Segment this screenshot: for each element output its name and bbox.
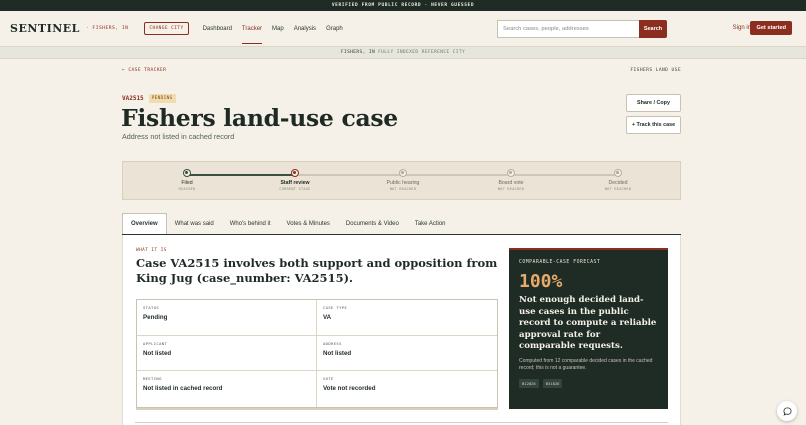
forecast-tag: B12826: [519, 378, 539, 388]
forecast-note: Computed from 12 comparable decided case…: [519, 357, 653, 371]
nav-link-map[interactable]: Map: [272, 14, 284, 44]
fact-key: ADDRESS: [323, 340, 342, 346]
forecast-headline: Not enough decided land-use cases in the…: [519, 295, 657, 351]
stage-status: CURRENT STAGE: [279, 187, 311, 191]
section-kicker: WHAT IT IS: [136, 248, 167, 253]
case-id: VA2515: [122, 95, 144, 102]
fact-key: APPLICANT: [143, 340, 168, 346]
nav-link-analysis[interactable]: Analysis: [294, 14, 316, 44]
tab-votes-minutes[interactable]: Votes & Minutes: [279, 213, 338, 234]
stage-status: REACHED: [178, 187, 196, 191]
forecast-card: COMPARABLE-CASE FORECAST 100% Not enough…: [509, 248, 668, 409]
stage-label: Board vote: [498, 180, 524, 186]
stage-decided: Decided NOT REACHED: [588, 169, 648, 191]
stage-label: Staff review: [280, 180, 310, 186]
nav-link-dashboard[interactable]: Dashboard: [203, 14, 232, 44]
stage-dot-current: [291, 169, 299, 177]
banner-text: VERIFIED FROM PUBLIC RECORD · NEVER GUES…: [331, 3, 475, 8]
sign-in-link[interactable]: Sign in: [733, 25, 751, 31]
search-bar: Search cases, people, addresses Search: [497, 19, 667, 38]
stage-label: Decided: [608, 180, 628, 186]
city-band: FISHERS, IN FULLY INDEXED REFERENCE CITY: [0, 47, 806, 59]
fact-case-type: CASE TYPE VA: [317, 300, 497, 336]
tab-what-was-said[interactable]: What was said: [167, 213, 222, 234]
search-input[interactable]: Search cases, people, addresses: [497, 19, 639, 38]
divider: [135, 422, 668, 423]
stage-label: Filed: [181, 180, 193, 186]
brand-logo[interactable]: SENTINEL: [10, 22, 80, 35]
tab-whos-behind-it[interactable]: Who's behind it: [222, 213, 279, 234]
fact-status: STATUS Pending: [137, 300, 317, 336]
fact-value: Pending: [143, 314, 168, 321]
get-started-button[interactable]: Get started: [750, 21, 792, 35]
stage-label: Public hearing: [386, 180, 420, 186]
stage-staff-review: Staff review CURRENT STAGE: [265, 169, 325, 191]
top-nav: SENTINEL · FISHERS, IN CHANGE CITY Dashb…: [0, 11, 806, 47]
nav-link-tracker[interactable]: Tracker: [241, 14, 263, 44]
verified-banner: VERIFIED FROM PUBLIC RECORD · NEVER GUES…: [0, 0, 806, 11]
nav-link-graph[interactable]: Graph: [326, 14, 343, 44]
forecast-tags: B12826 B31826: [519, 378, 658, 388]
back-to-tracker-link[interactable]: ← CASE TRACKER: [122, 68, 166, 76]
fact-key: VOTE: [323, 376, 334, 382]
city-band-city: FISHERS, IN: [340, 50, 376, 55]
stage-status: NOT REACHED: [497, 187, 525, 191]
fact-value: VA: [323, 314, 332, 321]
stage-dot-pending: [614, 169, 622, 177]
stage-status: NOT REACHED: [604, 187, 632, 191]
stage-dot-pending: [507, 169, 515, 177]
change-city-button[interactable]: CHANGE CITY: [144, 22, 189, 35]
stage-progress: Filed REACHED Staff review CURRENT STAGE…: [122, 161, 681, 200]
tab-take-action[interactable]: Take Action: [407, 213, 454, 234]
breadcrumb: ← CASE TRACKER FISHERS LAND USE: [122, 68, 681, 76]
page-title: Fishers land-use case: [121, 104, 398, 132]
share-copy-button[interactable]: Share / Copy: [626, 94, 681, 112]
forecast-percentage: 100%: [519, 271, 563, 292]
tab-documents-video[interactable]: Documents & Video: [338, 213, 407, 234]
breadcrumb-category: FISHERS LAND USE: [630, 68, 681, 73]
track-case-button[interactable]: + Track this case: [626, 116, 681, 134]
stage-dot-pending: [399, 169, 407, 177]
stage-filed: Filed REACHED: [157, 169, 217, 191]
case-id-row: VA2515 PENDING: [122, 94, 176, 103]
search-button[interactable]: Search: [639, 19, 667, 38]
fact-key: MEETING: [143, 376, 162, 382]
case-facts-grid: STATUS Pending CASE TYPE VA APPLICANT No…: [136, 299, 498, 408]
fact-key: STATUS: [143, 305, 160, 310]
stage-dot-reached: [183, 169, 191, 177]
nav-links: Dashboard Tracker Map Analysis Graph: [203, 14, 343, 44]
fact-value: Vote not recorded: [323, 385, 376, 393]
chat-button[interactable]: [777, 401, 797, 421]
fact-value: Not listed: [323, 349, 352, 357]
fact-meeting: MEETING Not listed in cached record: [137, 371, 317, 407]
fact-key: CASE TYPE: [323, 305, 348, 310]
case-address: Address not listed in cached record: [122, 132, 235, 141]
chat-bubble-icon: [782, 406, 792, 416]
stage-board-vote: Board vote NOT REACHED: [481, 169, 541, 191]
fact-address: ADDRESS Not listed: [317, 336, 497, 372]
case-tabs: Overview What was said Who's behind it V…: [122, 213, 681, 235]
case-summary: Case VA2515 involves both support and op…: [136, 256, 498, 285]
stage-public-hearing: Public hearing NOT REACHED: [373, 169, 433, 191]
fact-applicant: APPLICANT Not listed: [137, 335, 317, 372]
fact-vote: VOTE Vote not recorded: [317, 371, 497, 407]
forecast-tag: B31826: [542, 378, 563, 388]
stage-status: NOT REACHED: [389, 187, 417, 191]
forecast-kicker: COMPARABLE-CASE FORECAST: [519, 260, 601, 265]
brand-city: · FISHERS, IN: [85, 26, 129, 31]
city-band-note: FULLY INDEXED REFERENCE CITY: [378, 50, 466, 55]
fact-value: Not listed: [143, 349, 172, 357]
status-badge: PENDING: [148, 94, 176, 103]
tab-overview[interactable]: Overview: [122, 213, 167, 234]
fact-value: Not listed in cached record: [143, 385, 223, 393]
